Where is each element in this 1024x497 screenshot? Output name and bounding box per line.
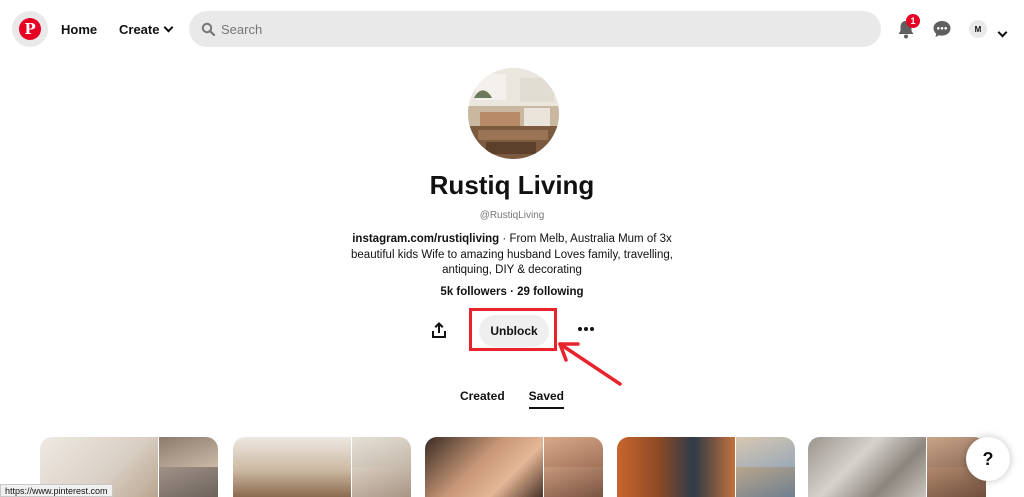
profile-photo	[468, 68, 559, 159]
account-menu-button[interactable]	[997, 23, 1008, 41]
profile-handle: @RustiqLiving	[479, 210, 545, 221]
chevron-down-icon	[164, 22, 174, 33]
help-button[interactable]: ?	[966, 437, 1010, 481]
top-navigation: P Home Create 1 M	[0, 0, 1024, 60]
ellipsis-dot	[590, 327, 594, 331]
search-bar[interactable]	[189, 11, 881, 47]
share-button[interactable]	[430, 321, 448, 339]
nav-create-label: Create	[119, 22, 160, 37]
account-avatar[interactable]: M	[969, 20, 987, 38]
annotation-highlight-box	[469, 308, 557, 351]
browser-status-url: https://www.pinterest.com	[0, 484, 113, 497]
chat-bubble-icon	[933, 21, 951, 37]
search-icon	[201, 22, 215, 36]
board-cover-image	[233, 437, 351, 497]
ellipsis-icon	[578, 327, 582, 331]
tab-saved[interactable]: Saved	[528, 389, 565, 409]
board-card[interactable]	[617, 437, 795, 497]
chevron-down-icon	[997, 27, 1008, 38]
profile-bio: instagram.com/rustiqliving · From Melb, …	[332, 232, 692, 279]
board-cover-image	[425, 437, 543, 497]
board-thumb	[544, 467, 603, 497]
board-cover-image	[808, 437, 926, 497]
nav-home-link[interactable]: Home	[61, 22, 97, 37]
board-side-images	[351, 437, 411, 497]
board-thumb	[736, 467, 795, 497]
board-thumb	[544, 437, 603, 467]
board-side-images	[735, 437, 795, 497]
notification-badge: 1	[906, 14, 920, 28]
pinterest-logo-icon: P	[19, 18, 41, 40]
board-side-images	[158, 437, 218, 497]
board-cover-image	[617, 437, 735, 497]
board-card[interactable]	[233, 437, 411, 497]
board-thumb	[352, 467, 411, 497]
follow-stats[interactable]: 5k followers · 29 following	[0, 286, 1024, 298]
pinterest-logo-button[interactable]: P	[12, 11, 48, 47]
board-thumb	[159, 437, 218, 467]
share-upload-icon	[432, 322, 446, 338]
tab-created[interactable]: Created	[460, 389, 505, 409]
search-input[interactable]	[221, 21, 821, 37]
board-side-images	[543, 437, 603, 497]
bio-website-link[interactable]: instagram.com/rustiqliving	[352, 233, 499, 245]
ellipsis-dot	[584, 327, 588, 331]
more-options-button[interactable]	[578, 321, 598, 337]
board-card[interactable]	[425, 437, 603, 497]
profile-name: Rustiq Living	[429, 170, 595, 200]
messages-button[interactable]	[930, 17, 954, 41]
board-thumb	[352, 437, 411, 467]
board-card[interactable]	[808, 437, 986, 497]
board-thumb	[736, 437, 795, 467]
profile-avatar	[468, 68, 559, 159]
nav-create-button[interactable]: Create	[119, 22, 174, 37]
annotation-arrow	[558, 342, 622, 386]
profile-tabs: Created Saved	[0, 389, 1024, 409]
board-thumb	[159, 467, 218, 497]
